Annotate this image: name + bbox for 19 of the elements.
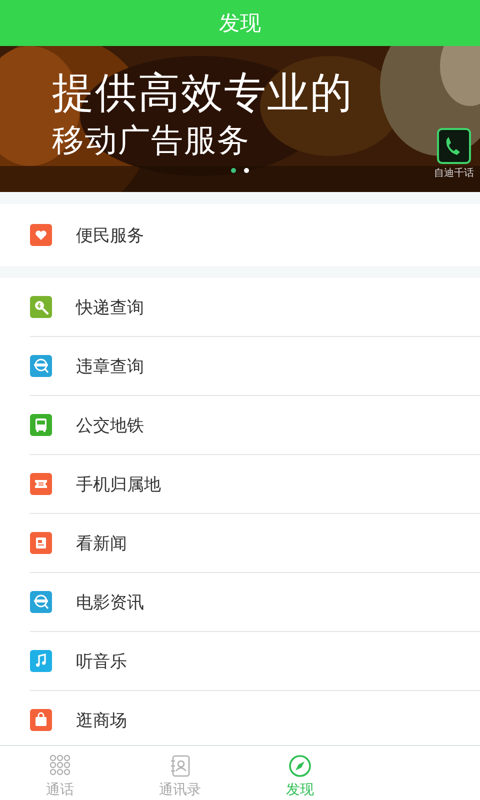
screen-title: 发现 [219, 10, 261, 37]
phone-logo-icon [437, 128, 471, 164]
item-label: 手机归属地 [76, 474, 161, 496]
compass-icon [288, 754, 312, 778]
item-label: 逛商场 [76, 710, 127, 732]
carousel-dot[interactable] [231, 168, 236, 173]
banner-headline: 提供高效专业的 [52, 68, 353, 118]
contacts-icon [168, 754, 192, 778]
item-label: 快递查询 [76, 296, 144, 318]
item-label: 违章查询 [76, 356, 144, 378]
item-label: 听音乐 [76, 650, 127, 672]
item-label: 便民服务 [76, 224, 144, 246]
dialpad-icon [48, 754, 72, 778]
item-label: 电影资讯 [76, 592, 144, 614]
banner-subline: 移动广告服务 [52, 120, 251, 160]
carousel-dot[interactable] [244, 168, 249, 173]
item-label: 公交地铁 [76, 414, 144, 436]
logo-caption: 自迪千话 [434, 166, 474, 180]
item-label: 看新闻 [76, 532, 127, 554]
